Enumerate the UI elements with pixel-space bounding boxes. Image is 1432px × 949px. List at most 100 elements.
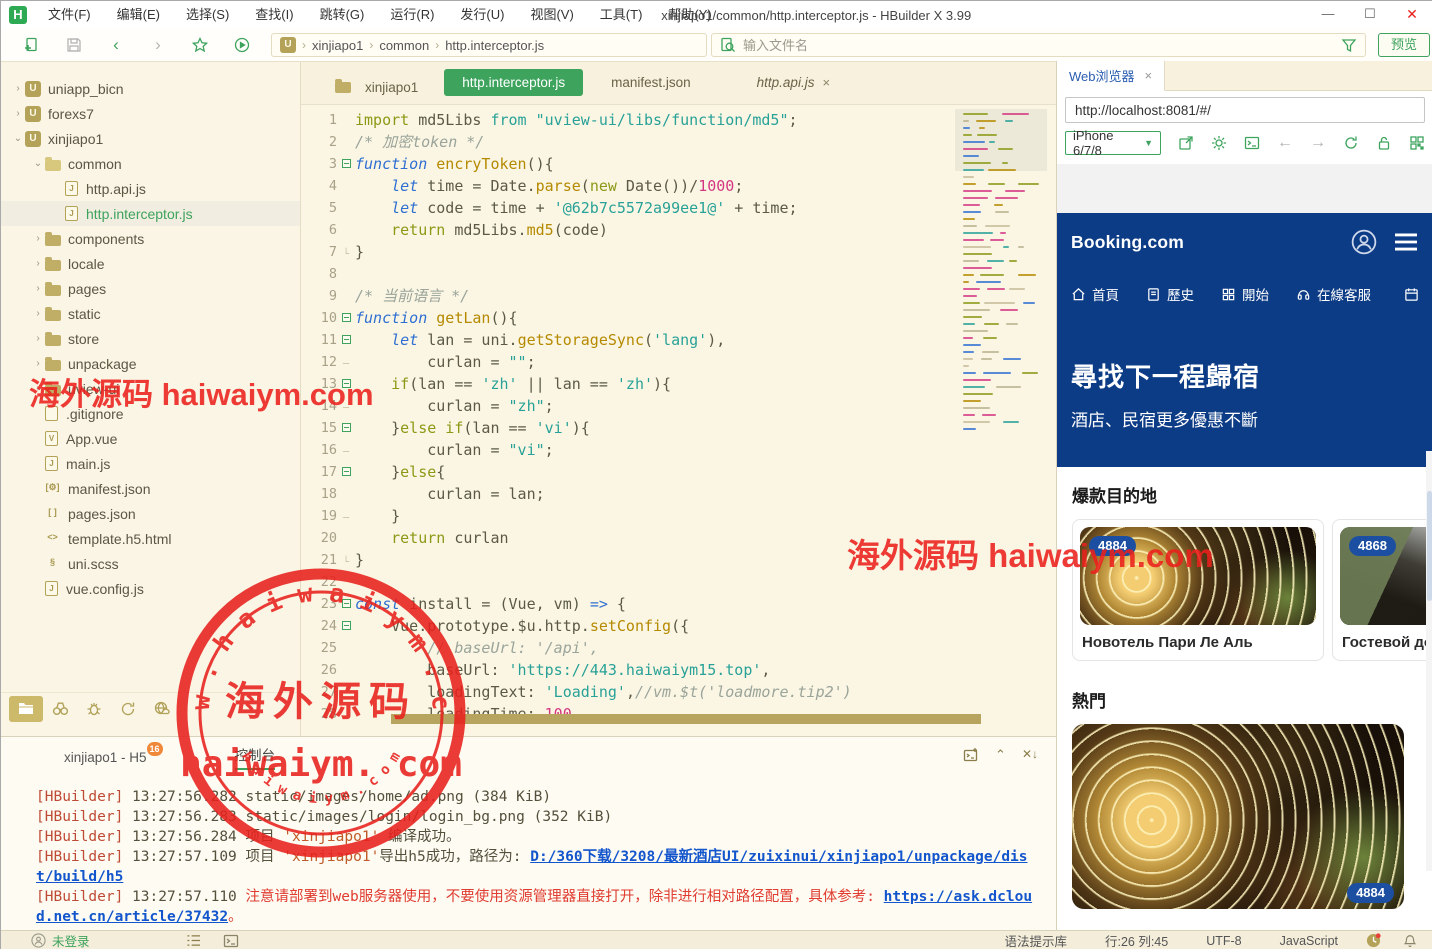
editor-tab-http-interceptor-js[interactable]: http.interceptor.js (444, 69, 583, 96)
nav-back-icon[interactable]: ← (1277, 134, 1293, 152)
breadcrumb-folder[interactable]: common (379, 38, 429, 53)
open-external-icon[interactable] (1178, 135, 1194, 151)
fold-toggle-icon[interactable] (337, 593, 355, 615)
code-line-6[interactable]: 6 return md5Libs.md5(code) (301, 219, 852, 241)
tree-item--gitignore[interactable]: .gitignore (1, 401, 300, 426)
file-search-input[interactable] (743, 38, 1334, 53)
code-line-14[interactable]: 14─ curlan = "zh"; (301, 395, 852, 417)
debug-icon[interactable] (77, 696, 111, 722)
console-project-label[interactable]: xinjiapo1 - H5 16 (64, 750, 147, 765)
destination-card[interactable]: 4868Гостевой до (1332, 519, 1432, 661)
horizontal-scrollbar[interactable] (391, 714, 981, 724)
tree-item-vue-config-js[interactable]: Jvue.config.js (1, 576, 300, 601)
code-line-26[interactable]: 26 baseUrl: 'https://443.haiwaiym15.top'… (301, 659, 852, 681)
booking-nav-在線客服[interactable]: 在線客服 (1296, 284, 1371, 304)
code-line-23[interactable]: 23const install = (Vue, vm) => { (301, 593, 852, 615)
new-file-icon[interactable] (21, 34, 43, 56)
update-clock-icon[interactable] (1366, 933, 1381, 948)
code-line-17[interactable]: 17 }else{ (301, 461, 852, 483)
web-icon[interactable] (145, 696, 179, 722)
breadcrumb[interactable]: U ›xinjiapo1 ›common ›http.interceptor.j… (271, 33, 707, 57)
chevron-icon[interactable]: › (31, 383, 45, 394)
filter-icon[interactable] (1341, 37, 1357, 53)
chevron-icon[interactable]: ⌄ (11, 133, 25, 144)
terminal-status-icon[interactable] (223, 933, 239, 949)
fold-toggle-icon[interactable] (337, 417, 355, 439)
code-line-18[interactable]: 18 curlan = lan; (301, 483, 852, 505)
tree-item-manifest-json[interactable]: [⚙]manifest.json (1, 476, 300, 501)
fold-toggle-icon[interactable] (337, 373, 355, 395)
hamburger-menu-icon[interactable] (1393, 231, 1419, 253)
code-line-11[interactable]: 11 let lan = uni.getStorageSync('lang'), (301, 329, 852, 351)
menu-item-7[interactable]: 视图(V) (517, 1, 586, 29)
minimize-button[interactable]: — (1307, 1, 1349, 29)
tree-item-locale[interactable]: ›locale (1, 251, 300, 276)
code-line-24[interactable]: 24 Vue.prototype.$u.http.setConfig({ (301, 615, 852, 637)
clear-console-icon[interactable]: ✕↓ (1022, 747, 1038, 763)
menu-item-5[interactable]: 运行(R) (377, 1, 447, 29)
login-status[interactable]: 未登录 (52, 931, 90, 949)
browser-tab-close-icon[interactable]: × (1145, 68, 1153, 83)
chevron-icon[interactable]: › (31, 233, 45, 244)
code-line-8[interactable]: 8 (301, 263, 852, 285)
menu-item-6[interactable]: 发行(U) (447, 1, 517, 29)
menu-item-1[interactable]: 编辑(E) (104, 1, 173, 29)
tree-item-pages-json[interactable]: [ ]pages.json (1, 501, 300, 526)
code-line-1[interactable]: 1import md5Libs from "uview-ui/libs/func… (301, 109, 852, 131)
minimap[interactable] (959, 109, 1043, 439)
fold-toggle-icon[interactable] (337, 615, 355, 637)
address-bar[interactable] (1065, 97, 1425, 123)
booking-nav-歷史[interactable]: 歷史 (1146, 284, 1194, 304)
fold-toggle-icon[interactable] (337, 307, 355, 329)
save-icon[interactable] (63, 34, 85, 56)
tree-item-app-vue[interactable]: VApp.vue (1, 426, 300, 451)
devtools-console-icon[interactable] (1244, 135, 1260, 151)
tree-item-uniapp-bicn[interactable]: ›Uuniapp_bicn (1, 76, 300, 101)
bell-icon[interactable] (1403, 934, 1417, 948)
code-line-27[interactable]: 27 loadingText: 'Loading',//vm.$t('loadm… (301, 681, 852, 703)
sync-icon[interactable] (111, 696, 145, 722)
tree-item-http-api-js[interactable]: Jhttp.api.js (1, 176, 300, 201)
chevron-icon[interactable]: › (31, 333, 45, 344)
breadcrumb-file[interactable]: http.interceptor.js (445, 38, 544, 53)
nav-forward-icon[interactable]: → (1310, 134, 1326, 152)
tree-item-components[interactable]: ›components (1, 226, 300, 251)
menu-item-8[interactable]: 工具(T) (587, 1, 656, 29)
booking-logo[interactable]: Booking.com (1071, 232, 1184, 253)
lock-icon[interactable] (1376, 135, 1392, 151)
tree-item-template-h5-html[interactable]: <>template.h5.html (1, 526, 300, 551)
tree-item-unpackage[interactable]: ›unpackage (1, 351, 300, 376)
device-select[interactable]: iPhone 6/7/8▼ (1065, 131, 1161, 155)
cursor-position[interactable]: 行:26 列:45 (1105, 931, 1168, 949)
menu-item-2[interactable]: 选择(S) (173, 1, 242, 29)
code-line-12[interactable]: 12─ curlan = ""; (301, 351, 852, 373)
editor-tab-http-api-js[interactable]: http.api.js× (739, 69, 848, 96)
calendar-icon[interactable] (1404, 287, 1419, 302)
tree-item-store[interactable]: ›store (1, 326, 300, 351)
booking-nav-開始[interactable]: 開始 (1221, 284, 1269, 304)
chevron-icon[interactable]: › (11, 108, 25, 119)
explorer-tab-icon[interactable] (9, 696, 43, 722)
code-line-10[interactable]: 10function getLan(){ (301, 307, 852, 329)
qr-code-icon[interactable] (1409, 135, 1425, 151)
tree-item-xinjiapo1[interactable]: ⌄Uxinjiapo1 (1, 126, 300, 151)
editor-tab-manifest-json[interactable]: manifest.json (593, 69, 709, 96)
chevron-icon[interactable]: › (31, 358, 45, 369)
code-area[interactable]: 1import md5Libs from "uview-ui/libs/func… (301, 109, 852, 725)
chevron-icon[interactable]: › (31, 308, 45, 319)
chevron-icon[interactable]: › (31, 283, 45, 294)
star-icon[interactable] (189, 34, 211, 56)
destination-card[interactable]: 4884Новотель Пари Ле Аль (1072, 519, 1324, 661)
tree-item-http-interceptor-js[interactable]: Jhttp.interceptor.js (1, 201, 300, 226)
run-icon[interactable] (231, 34, 253, 56)
tree-item-uview-ui[interactable]: ›uview-ui (1, 376, 300, 401)
back-icon[interactable]: ‹ (105, 34, 127, 56)
code-line-13[interactable]: 13 if(lan == 'zh' || lan == 'zh'){ (301, 373, 852, 395)
refresh-icon[interactable] (1343, 135, 1359, 151)
settings-gear-icon[interactable] (1211, 135, 1227, 151)
tree-item-static[interactable]: ›static (1, 301, 300, 326)
code-line-22[interactable]: 22 (301, 571, 852, 593)
encoding[interactable]: UTF-8 (1206, 934, 1241, 948)
breadcrumb-project[interactable]: xinjiapo1 (312, 38, 363, 53)
chevron-icon[interactable]: ⌄ (31, 158, 45, 169)
